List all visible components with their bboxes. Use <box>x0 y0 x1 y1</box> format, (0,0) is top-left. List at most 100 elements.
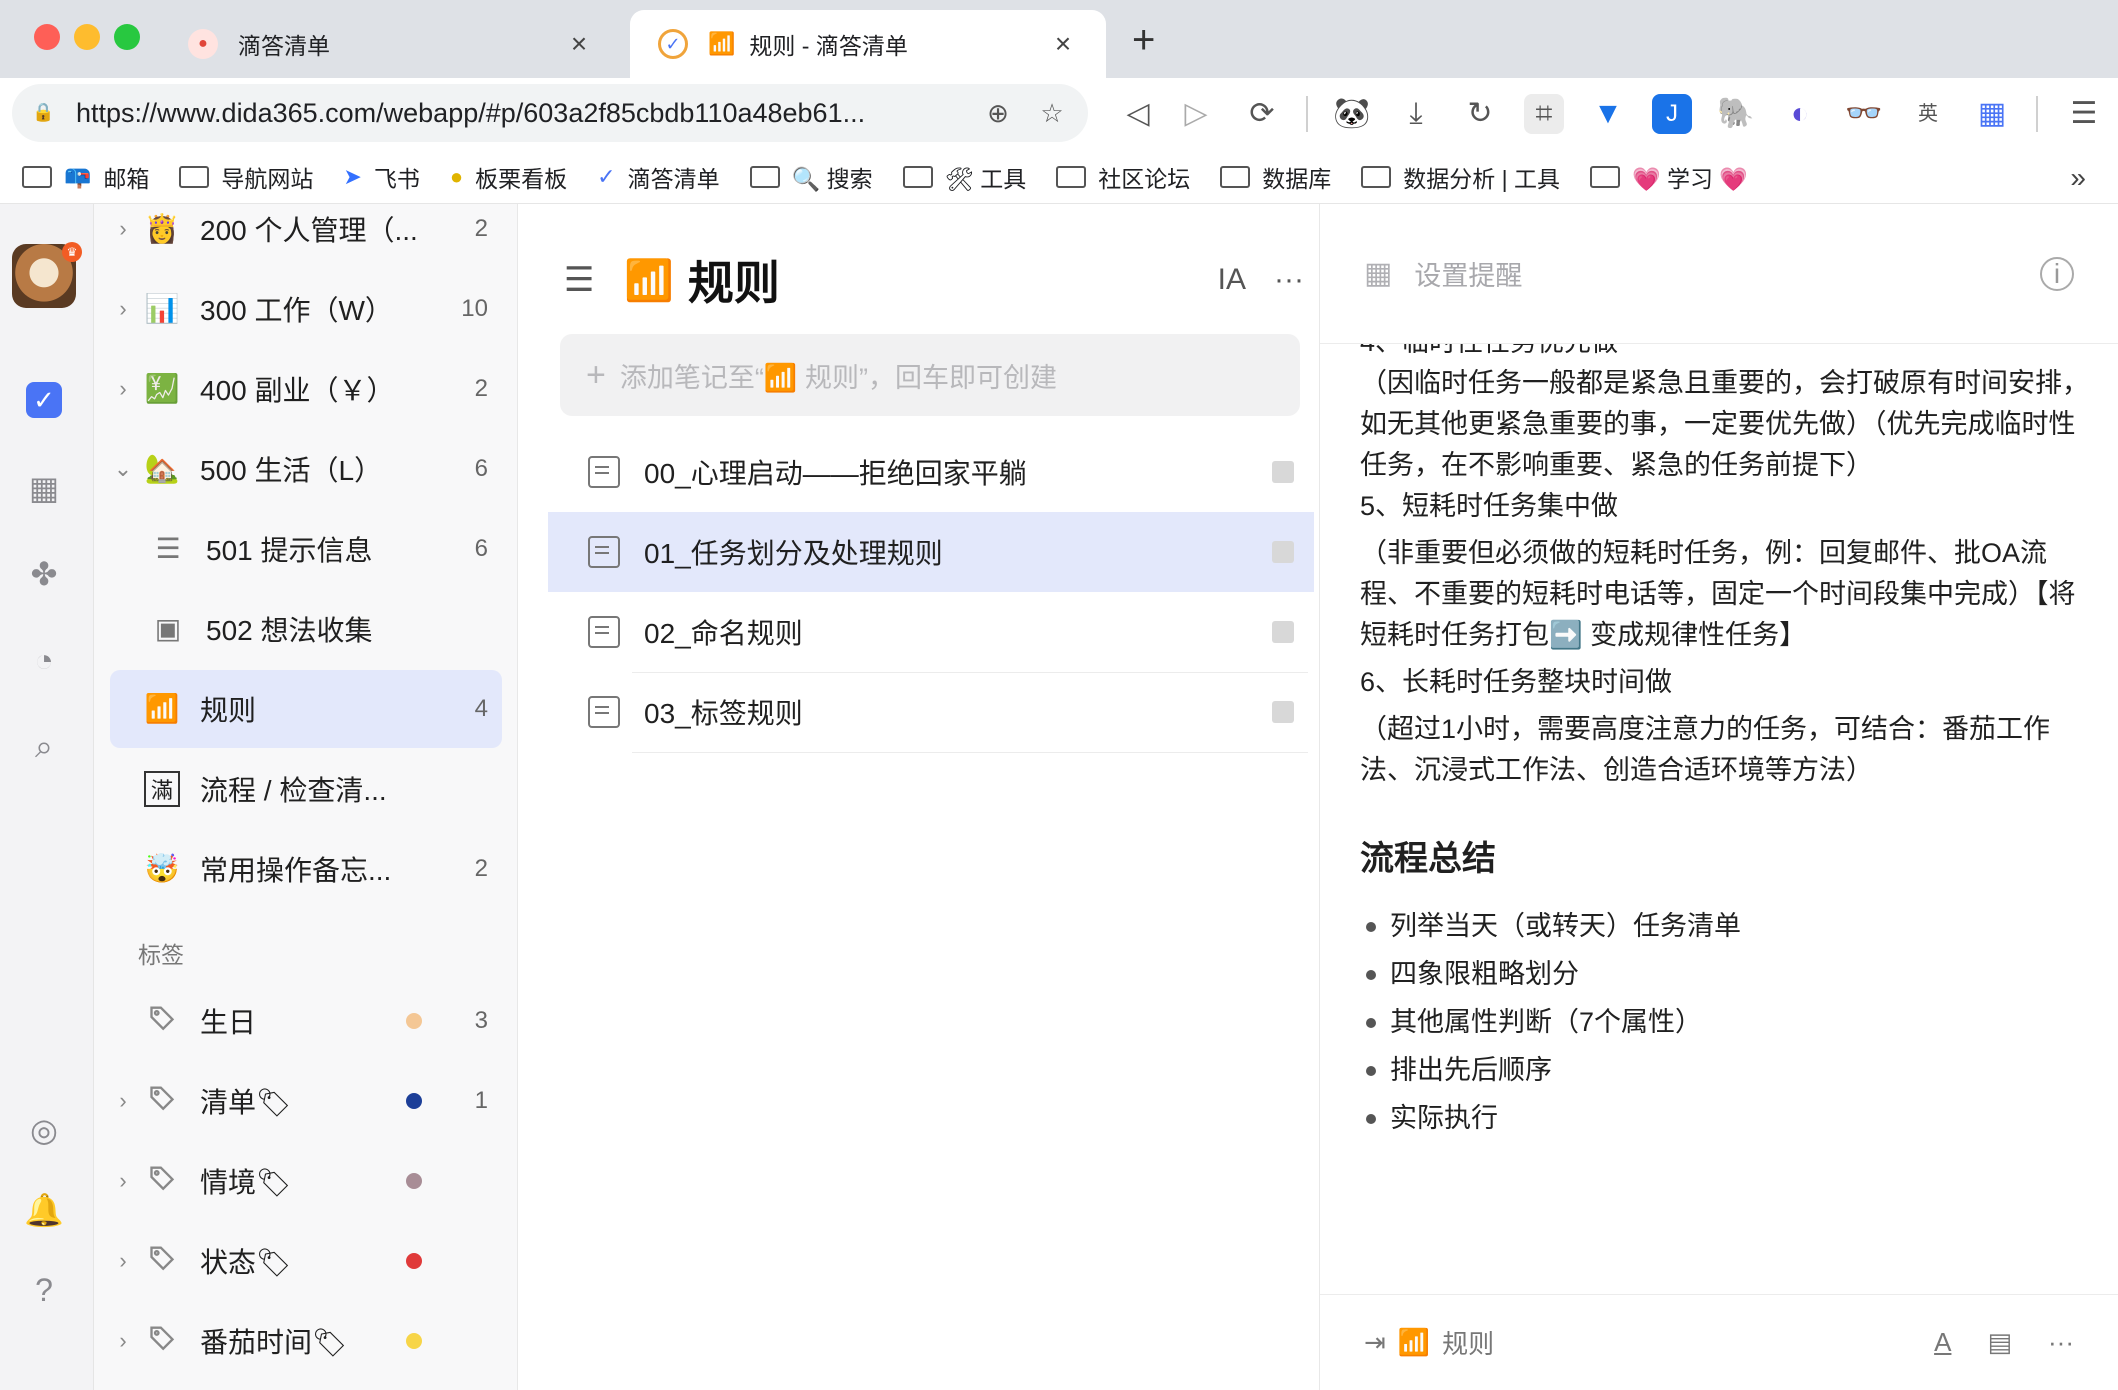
sidebar-item-checklist[interactable]: 滿 流程 / 检查清... <box>110 750 502 828</box>
note-item-selected[interactable]: 01_任务划分及处理规则 <box>548 512 1314 592</box>
undo-icon[interactable]: ↻ <box>1460 94 1500 134</box>
bookmark-banli[interactable]: ● 板栗看板 <box>450 160 567 194</box>
sidebar-item-tips[interactable]: ☰ 501 提示信息 6 <box>142 510 502 588</box>
url-text[interactable]: https://www.dida365.com/webapp/#p/603a2f… <box>76 98 960 129</box>
sidebar-item-work[interactable]: › 📊 300 工作（W） 10 <box>110 270 502 348</box>
minimize-window-button[interactable] <box>74 24 100 50</box>
sidebar-item-memo[interactable]: 🤯 常用操作备忘... 2 <box>110 830 502 908</box>
evernote-icon[interactable]: 🐘 <box>1716 94 1756 134</box>
tag-item-context[interactable]: › 情境🏷 <box>110 1142 502 1220</box>
extension-panda-icon[interactable]: 🐼 <box>1332 94 1372 134</box>
menu-icon[interactable]: ☰ <box>2064 94 2104 134</box>
info-icon[interactable]: i <box>2040 256 2074 291</box>
address-bar[interactable]: 🔒 https://www.dida365.com/webapp/#p/603a… <box>12 84 1088 142</box>
sidebar-item-side-business[interactable]: › 💹 400 副业（￥） 2 <box>110 350 502 428</box>
tag-item-status[interactable]: › 状态🏷 <box>110 1222 502 1300</box>
paragraph: 5、短耗时任务集中做 <box>1360 491 1619 521</box>
tab-dida[interactable]: ● 滴答清单 × <box>160 10 622 78</box>
pomodoro-clock-icon[interactable]: ◔ <box>24 640 64 680</box>
font-size-button[interactable]: IA <box>1218 263 1246 297</box>
chevron-down-icon[interactable]: ⌄ <box>110 456 136 482</box>
sidebar-item-personal[interactable]: › 👸 200 个人管理（... 2 <box>110 190 502 268</box>
bookmark-study[interactable]: 💗 学习 💗 <box>1589 160 1748 194</box>
add-note-input[interactable]: + 添加笔记至“📶 规则”，回车即可创建 <box>560 334 1300 416</box>
notes-list-pane: ☰ 📶 规则 IA ··· + 添加笔记至“📶 规则”，回车即可创建 00_心理… <box>518 204 1320 1390</box>
bookmark-data-analysis[interactable]: 数据分析 | 工具 <box>1361 160 1560 194</box>
note-board-icon: ▣ <box>154 613 182 644</box>
search-icon[interactable]: ⌕ <box>24 726 64 766</box>
chevron-right-icon[interactable]: › <box>110 376 136 402</box>
zoom-window-button[interactable] <box>114 24 140 50</box>
add-icon[interactable]: ⊕ <box>982 97 1014 129</box>
bell-icon[interactable]: 🔔 <box>24 1190 64 1230</box>
sync-icon[interactable]: ◎ <box>24 1110 64 1150</box>
detail-footer: ⇥ 📶 规则 A ▤ ··· <box>1320 1294 2118 1390</box>
four-quadrant-icon[interactable]: ✤ <box>24 554 64 594</box>
chevron-right-icon[interactable]: › <box>110 1328 136 1354</box>
more-options-icon[interactable]: ··· <box>2048 1327 2074 1358</box>
note-item[interactable]: 00_心理启动——拒绝回家平躺 <box>548 432 1314 512</box>
bookmark-label: 邮箱 <box>103 165 150 192</box>
tab-label: 规则 - 滴答清单 <box>749 33 908 59</box>
project-name[interactable]: 规则 <box>1442 1324 1898 1361</box>
bookmark-database[interactable]: 数据库 <box>1220 160 1331 194</box>
move-to-project-icon[interactable]: ⇥ <box>1364 1327 1386 1358</box>
bookmark-feishu[interactable]: ➤ 飞书 <box>343 160 419 194</box>
partial-line: 4、临时性任务优先做 <box>1360 344 2090 363</box>
chevron-right-icon[interactable]: › <box>110 216 136 242</box>
bookmark-forum[interactable]: 社区论坛 <box>1056 160 1190 194</box>
more-bookmarks-icon[interactable]: » <box>2070 162 2086 194</box>
collapse-sidebar-icon[interactable]: ☰ <box>564 260 604 300</box>
tag-item-pomodoro[interactable]: › 番茄时间🏷 <box>110 1302 502 1380</box>
comment-icon[interactable]: ▤ <box>1987 1327 2012 1358</box>
chevron-right-icon[interactable]: › <box>110 1088 136 1114</box>
tasks-checkbox-icon[interactable]: ✓ <box>26 382 62 418</box>
extension-s-icon[interactable]: ◐ <box>1780 94 1820 134</box>
download-icon[interactable]: ⤓ <box>1396 94 1436 134</box>
chevron-right-icon[interactable]: › <box>110 1248 136 1274</box>
close-tab-icon[interactable]: × <box>1048 28 1078 60</box>
extension-j-icon[interactable]: J <box>1652 94 1692 134</box>
calendar-icon[interactable]: ▦ <box>1364 256 1392 291</box>
bookmark-nav-sites[interactable]: 导航网站 <box>179 160 313 194</box>
text-format-icon[interactable]: A <box>1934 1327 1951 1358</box>
grid-extension-icon[interactable]: ▦ <box>1972 94 2012 134</box>
tab-rules[interactable]: ✓ 📶 规则 - 滴答清单 × <box>630 10 1106 78</box>
signal-icon: 📶 <box>708 31 736 56</box>
sidebar-item-label: 200 个人管理（... <box>200 215 418 246</box>
bookmark-search[interactable]: 🔍 搜索 <box>749 160 873 194</box>
dida-check-icon: ✓ <box>658 29 688 59</box>
translate-icon[interactable]: 英 <box>1908 94 1948 134</box>
extension-v-icon[interactable]: ▼ <box>1588 94 1628 134</box>
chevron-right-icon[interactable]: › <box>110 1168 136 1194</box>
chevron-right-icon[interactable]: › <box>110 296 136 322</box>
extension-mask-icon[interactable]: 👓 <box>1844 94 1884 134</box>
sidebar-item-ideas[interactable]: ▣ 502 想法收集 <box>142 590 502 668</box>
bookmark-dida[interactable]: ✓ 滴答清单 <box>597 160 719 194</box>
new-tab-button[interactable]: + <box>1132 20 1155 60</box>
note-title: 03_标签规则 <box>644 698 803 729</box>
star-icon[interactable]: ☆ <box>1036 97 1068 129</box>
forward-icon[interactable]: ▷ <box>1176 94 1216 134</box>
note-item[interactable]: 02_命名规则 <box>548 592 1314 672</box>
tag-item-list[interactable]: › 清单🏷 1 <box>110 1062 502 1140</box>
paragraph: 6、长耗时任务整块时间做 <box>1360 667 1673 697</box>
reload-icon[interactable]: ⟳ <box>1242 94 1282 134</box>
note-item[interactable]: 03_标签规则 <box>548 672 1314 752</box>
help-icon[interactable]: ? <box>24 1270 64 1310</box>
list-item: 实际执行 <box>1360 1094 2090 1142</box>
sidebar-item-rules[interactable]: 📶 规则 4 <box>110 670 502 748</box>
bookmark-label: 板栗看板 <box>475 165 568 192</box>
set-reminder-button[interactable]: 设置提醒 <box>1414 254 2040 293</box>
back-icon[interactable]: ◁ <box>1118 94 1158 134</box>
bookmark-mailbox[interactable]: 📪 邮箱 <box>22 160 149 194</box>
more-options-icon[interactable]: ··· <box>1274 263 1304 297</box>
calendar-icon[interactable]: ▦ <box>24 468 64 508</box>
note-content[interactable]: 4、临时性任务优先做 （因临时任务一般都是紧急且重要的，会打破原有时间安排，如无… <box>1360 344 2090 1390</box>
close-window-button[interactable] <box>34 24 60 50</box>
close-tab-icon[interactable]: × <box>564 28 594 60</box>
tag-item-birthday[interactable]: 生日 3 <box>110 982 502 1060</box>
sidebar-item-life[interactable]: ⌄ 🏡 500 生活（L） 6 <box>110 430 502 508</box>
crop-icon[interactable]: ⌗ <box>1524 94 1564 134</box>
bookmark-tools[interactable]: 🛠 工具 <box>902 160 1026 194</box>
